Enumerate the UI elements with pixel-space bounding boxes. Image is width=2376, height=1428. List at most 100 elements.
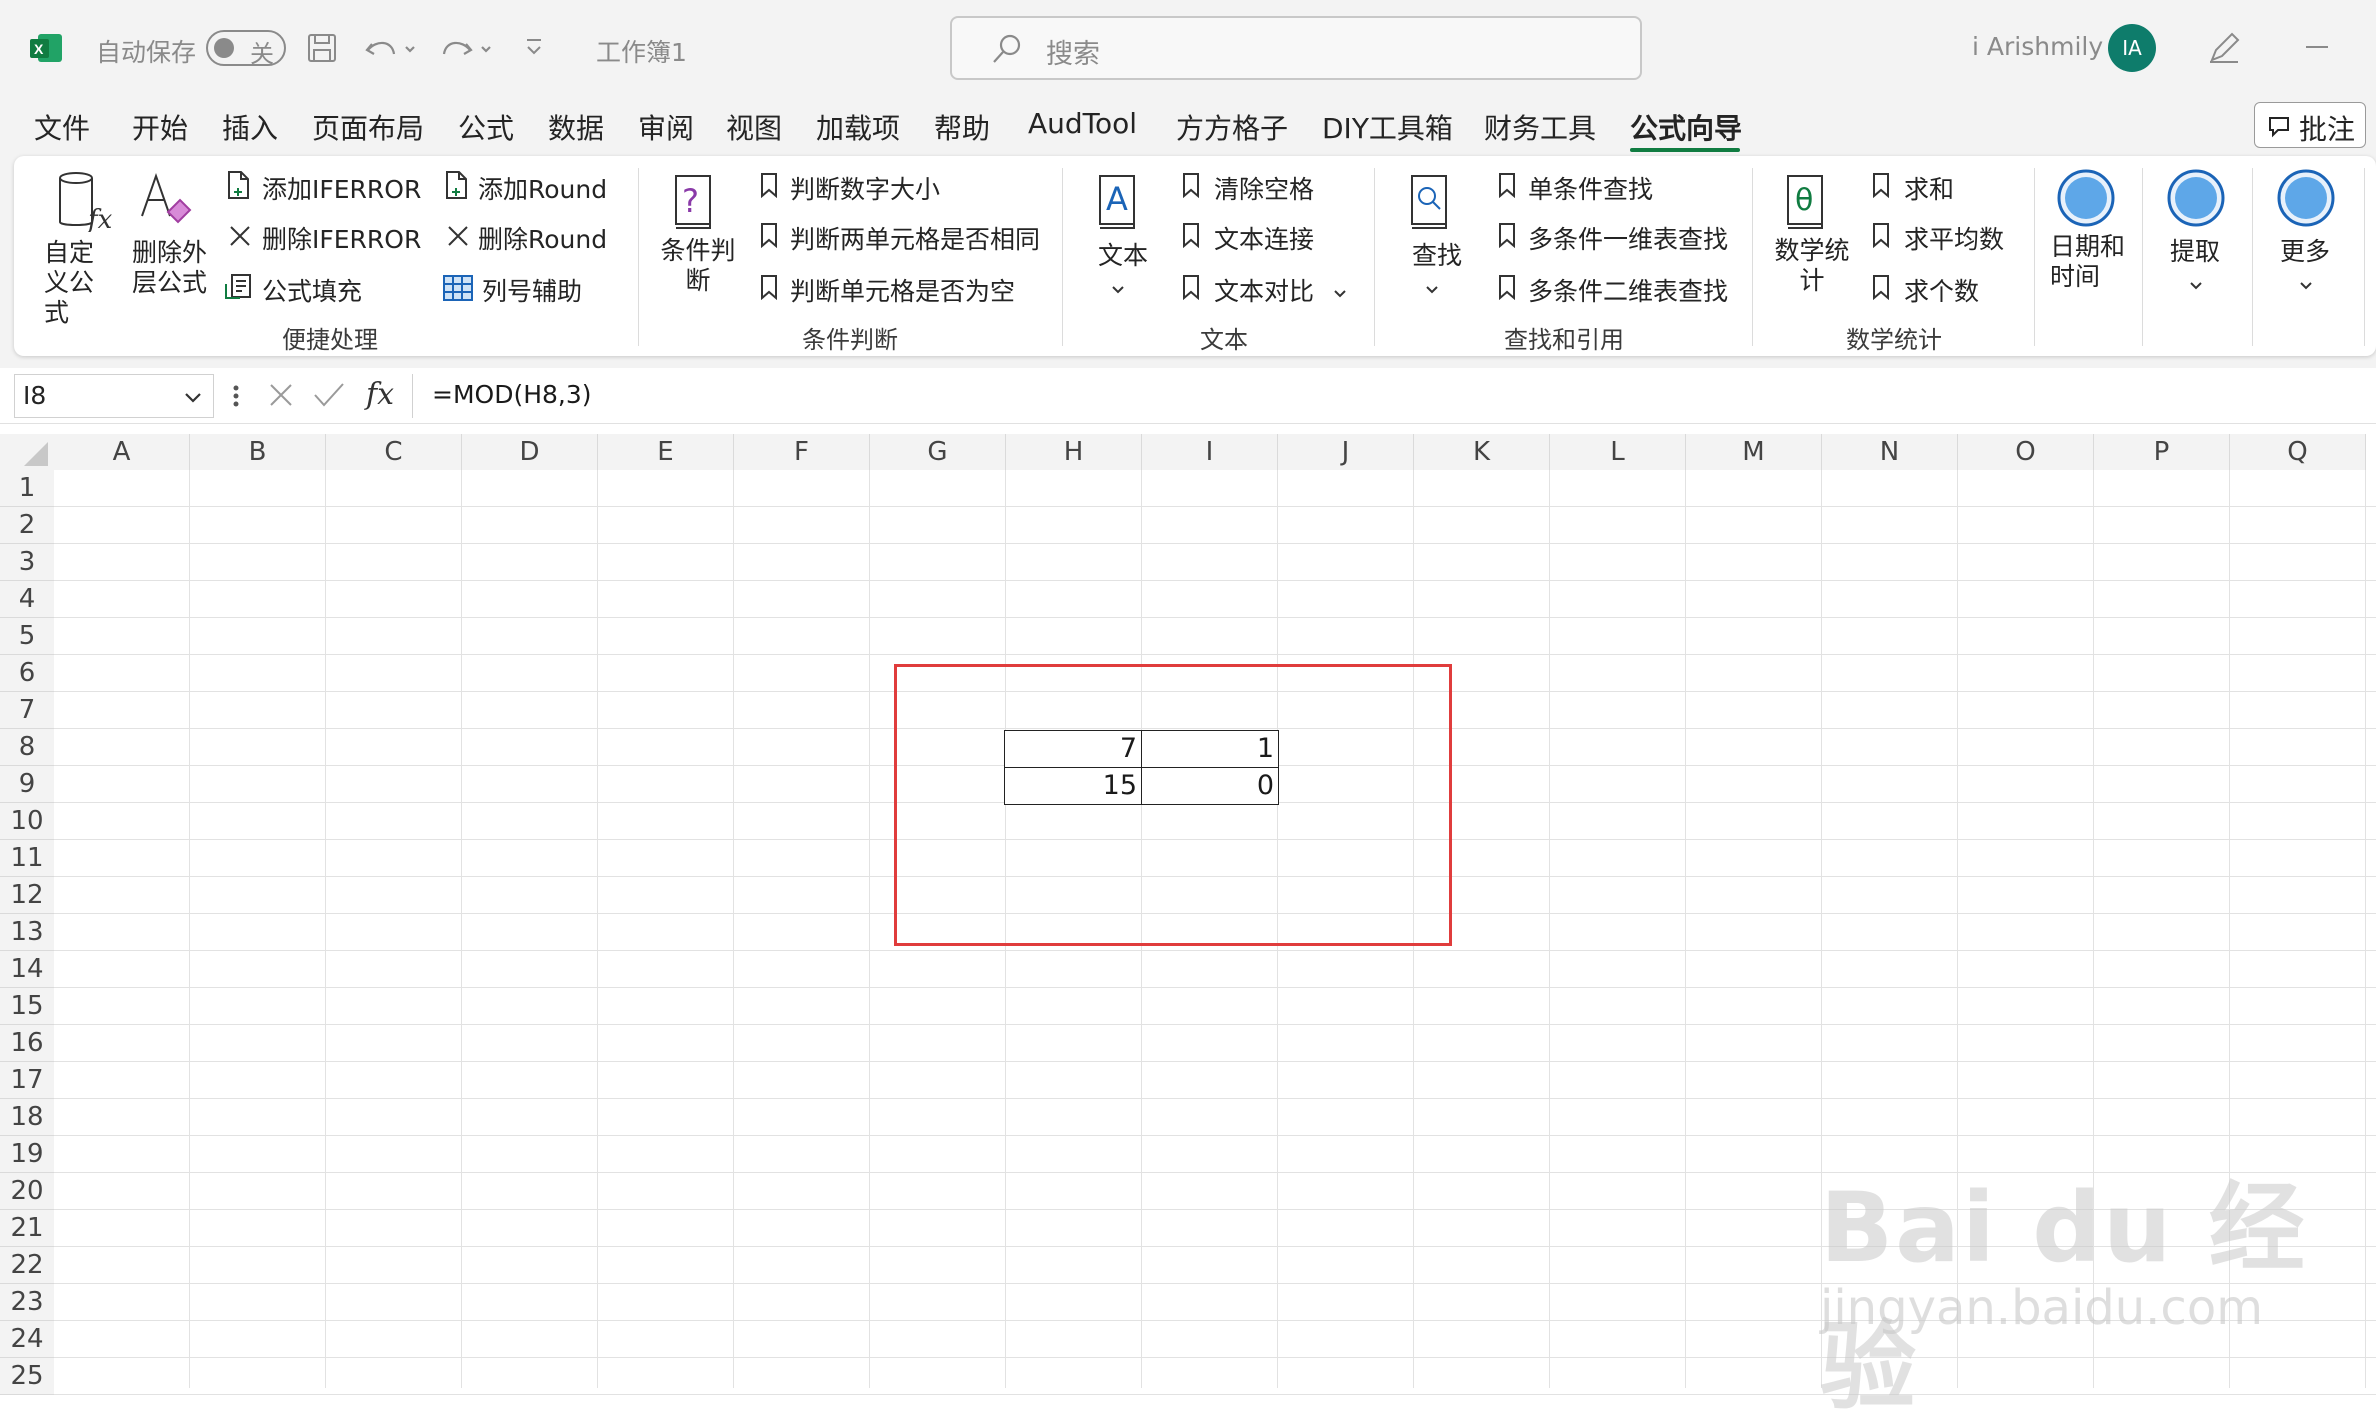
undo-icon[interactable]	[364, 32, 416, 64]
sum-button[interactable]: 求和	[1904, 170, 1954, 206]
user-name[interactable]: i Arishmily	[1972, 32, 2103, 61]
tab-data[interactable]: 数据	[548, 107, 604, 147]
customize-toolbar-icon[interactable]	[524, 36, 544, 60]
row-header-18[interactable]: 18	[0, 1099, 54, 1136]
single-condition-lookup-button[interactable]: 单条件查找	[1528, 170, 1653, 206]
redo-icon[interactable]	[440, 32, 492, 64]
tab-audtool[interactable]: AudTool	[1028, 107, 1137, 140]
condition-judge-button[interactable]: 条件判断	[658, 236, 738, 296]
multi-condition-1d-lookup-button[interactable]: 多条件一维表查找	[1528, 220, 1728, 256]
tab-addins[interactable]: 加载项	[816, 107, 900, 147]
judge-number-size-button[interactable]: 判断数字大小	[790, 170, 940, 206]
row-header-9[interactable]: 9	[0, 766, 54, 803]
tab-formula-wizard[interactable]: 公式向导	[1630, 107, 1742, 147]
tab-help[interactable]: 帮助	[934, 107, 990, 147]
row-header-4[interactable]: 4	[0, 581, 54, 618]
column-header-I[interactable]: I	[1142, 434, 1278, 470]
column-header-M[interactable]: M	[1686, 434, 1822, 470]
insert-function-icon[interactable]: fx	[364, 374, 404, 414]
row-header-8[interactable]: 8	[0, 729, 54, 766]
tab-fangfang[interactable]: 方方格子	[1176, 107, 1288, 147]
tab-file[interactable]: 文件	[34, 107, 90, 147]
column-header-J[interactable]: J	[1278, 434, 1414, 470]
row-header-16[interactable]: 16	[0, 1025, 54, 1062]
chevron-down-icon[interactable]	[1332, 284, 1348, 298]
row-header-5[interactable]: 5	[0, 618, 54, 655]
avatar[interactable]: IA	[2108, 24, 2156, 72]
column-header-N[interactable]: N	[1822, 434, 1958, 470]
more-options-icon[interactable]	[232, 382, 240, 410]
formula-input[interactable]: =MOD(H8,3)	[432, 380, 592, 409]
select-all-corner[interactable]	[0, 434, 54, 470]
row-header-2[interactable]: 2	[0, 507, 54, 544]
text-compare-button[interactable]: 文本对比	[1214, 272, 1314, 308]
column-header-A[interactable]: A	[54, 434, 190, 470]
chevron-down-icon[interactable]	[183, 392, 203, 404]
judge-cell-empty-button[interactable]: 判断单元格是否为空	[790, 272, 1015, 308]
clear-spaces-button[interactable]: 清除空格	[1214, 170, 1314, 206]
column-header-P[interactable]: P	[2094, 434, 2230, 470]
lookup-button[interactable]: 查找	[1412, 236, 1462, 272]
column-header-L[interactable]: L	[1550, 434, 1686, 470]
tab-page-layout[interactable]: 页面布局	[312, 107, 424, 147]
row-header-20[interactable]: 20	[0, 1173, 54, 1210]
tab-finance[interactable]: 财务工具	[1484, 107, 1596, 147]
row-header-1[interactable]: 1	[0, 470, 54, 507]
row-header-21[interactable]: 21	[0, 1210, 54, 1247]
row-header-7[interactable]: 7	[0, 692, 54, 729]
row-header-24[interactable]: 24	[0, 1321, 54, 1358]
enter-check-icon[interactable]	[312, 380, 346, 410]
tab-formulas[interactable]: 公式	[458, 107, 514, 147]
datetime-button[interactable]: 日期和时间	[2050, 232, 2130, 292]
row-header-6[interactable]: 6	[0, 655, 54, 692]
custom-formula-button[interactable]: 自定义公式	[44, 238, 116, 328]
delete-round-button[interactable]: 删除Round	[478, 220, 607, 256]
tab-diy-toolbox[interactable]: DIY工具箱	[1322, 107, 1453, 147]
tab-home[interactable]: 开始	[132, 107, 188, 147]
delete-outer-formula-button[interactable]: 删除外层公式	[132, 238, 208, 298]
more-button[interactable]: 更多	[2280, 232, 2330, 268]
row-header-17[interactable]: 17	[0, 1062, 54, 1099]
minimize-icon[interactable]	[2306, 46, 2328, 48]
judge-two-cells-same-button[interactable]: 判断两单元格是否相同	[790, 220, 1040, 256]
row-header-25[interactable]: 25	[0, 1358, 54, 1395]
tab-view[interactable]: 视图	[726, 107, 782, 147]
column-header-G[interactable]: G	[870, 434, 1006, 470]
column-header-K[interactable]: K	[1414, 434, 1550, 470]
tab-review[interactable]: 审阅	[638, 107, 694, 147]
add-round-button[interactable]: 添加Round	[478, 170, 607, 206]
row-header-15[interactable]: 15	[0, 988, 54, 1025]
row-header-3[interactable]: 3	[0, 544, 54, 581]
column-number-assist-button[interactable]: 列号辅助	[482, 272, 582, 308]
comment-button[interactable]: 批注	[2254, 102, 2366, 148]
column-header-Q[interactable]: Q	[2230, 434, 2366, 470]
column-header-O[interactable]: O	[1958, 434, 2094, 470]
row-header-14[interactable]: 14	[0, 951, 54, 988]
search-box[interactable]: 搜索	[950, 16, 1642, 80]
multi-condition-2d-lookup-button[interactable]: 多条件二维表查找	[1528, 272, 1728, 308]
designer-pen-icon[interactable]	[2206, 30, 2242, 66]
delete-iferror-button[interactable]: 删除IFERROR	[262, 220, 421, 256]
add-iferror-button[interactable]: 添加IFERROR	[262, 170, 421, 206]
column-header-E[interactable]: E	[598, 434, 734, 470]
save-icon[interactable]	[306, 32, 338, 64]
count-button[interactable]: 求个数	[1904, 272, 1979, 308]
text-button[interactable]: 文本	[1098, 236, 1148, 272]
autosave-toggle[interactable]: 关	[206, 30, 286, 68]
row-header-12[interactable]: 12	[0, 877, 54, 914]
column-header-D[interactable]: D	[462, 434, 598, 470]
column-header-B[interactable]: B	[190, 434, 326, 470]
row-header-13[interactable]: 13	[0, 914, 54, 951]
column-header-H[interactable]: H	[1006, 434, 1142, 470]
formula-fill-button[interactable]: 公式填充	[262, 272, 362, 308]
column-header-C[interactable]: C	[326, 434, 462, 470]
tab-insert[interactable]: 插入	[222, 107, 278, 147]
row-header-23[interactable]: 23	[0, 1284, 54, 1321]
row-header-11[interactable]: 11	[0, 840, 54, 877]
name-box[interactable]: I8	[14, 374, 214, 418]
math-stats-button[interactable]: 数学统计	[1772, 236, 1852, 296]
row-header-10[interactable]: 10	[0, 803, 54, 840]
row-header-19[interactable]: 19	[0, 1136, 54, 1173]
row-header-22[interactable]: 22	[0, 1247, 54, 1284]
excel-logo-icon[interactable]: X	[30, 32, 64, 64]
